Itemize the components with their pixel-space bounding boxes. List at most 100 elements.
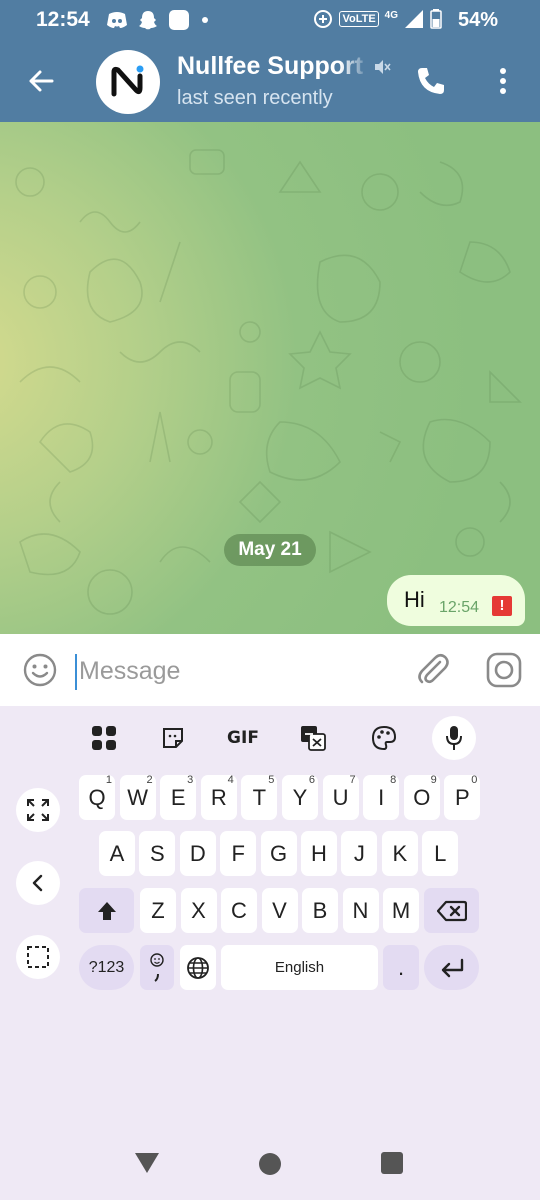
key-d[interactable]: D — [179, 831, 216, 876]
translate-glyph-icon — [301, 726, 326, 751]
send-failed-icon[interactable]: ! — [492, 596, 512, 616]
symbols-key[interactable]: ?123 — [79, 945, 134, 990]
nullfee-logo-icon — [111, 65, 144, 97]
network-type: 4G — [384, 9, 398, 21]
language-key[interactable] — [180, 945, 216, 990]
composer-bar — [0, 634, 540, 706]
volte-badge: VoLTE — [339, 11, 379, 27]
chevron-left-icon — [32, 874, 43, 892]
key-w[interactable]: W2 — [119, 774, 156, 820]
key-h[interactable]: H — [301, 831, 337, 876]
keyboard-left-button[interactable] — [16, 861, 60, 905]
signal-icon — [405, 10, 423, 28]
title-fade — [340, 50, 370, 84]
key-label: I — [378, 785, 385, 810]
emoji-icon[interactable] — [22, 652, 58, 688]
key-label: T — [252, 785, 267, 810]
shift-arrow-icon — [97, 902, 116, 920]
status-bar: 12:54 VoLTE 4G 54% — [0, 0, 540, 40]
key-g[interactable]: G — [260, 831, 297, 876]
key-n[interactable]: N — [342, 888, 379, 933]
key-x[interactable]: X — [180, 888, 217, 933]
key-label: U — [332, 785, 349, 810]
key-label: R — [210, 785, 227, 810]
battery-percent: 54% — [457, 9, 498, 31]
key-label: Q — [88, 785, 106, 810]
key-q[interactable]: Q1 — [79, 774, 115, 820]
back-arrow-icon[interactable] — [22, 62, 60, 100]
data-saver-icon — [314, 10, 333, 28]
key-v[interactable]: V — [261, 888, 298, 933]
key-hint: 9 — [430, 774, 437, 786]
chat-title[interactable]: Nullfee Support — [177, 52, 367, 81]
key-f[interactable]: F — [220, 831, 257, 876]
key-c[interactable]: C — [221, 888, 257, 933]
key-hint: 3 — [187, 774, 194, 786]
muted-icon — [375, 60, 391, 74]
key-m[interactable]: M — [383, 888, 419, 933]
key-hint: 8 — [390, 774, 397, 786]
key-hint: 4 — [227, 774, 234, 786]
enter-arrow-icon — [441, 958, 463, 978]
key-a[interactable]: A — [99, 831, 135, 876]
key-t[interactable]: T5 — [241, 774, 278, 820]
theme-palette-icon[interactable] — [364, 718, 404, 758]
translate-icon[interactable] — [293, 718, 333, 758]
key-label: P — [455, 785, 470, 810]
nav-home-icon[interactable] — [259, 1153, 281, 1175]
message-time: 12:54 — [439, 599, 480, 616]
dashed-square-icon — [27, 946, 49, 968]
key-label: O — [413, 785, 431, 810]
resize-keyboard-button[interactable] — [16, 788, 60, 832]
key-l[interactable]: L — [422, 831, 459, 876]
backspace-icon — [436, 900, 467, 922]
outgoing-message[interactable]: Hi 12:54 ! — [387, 575, 525, 626]
snapchat-icon — [139, 11, 157, 30]
keyboard: GIF Q1W2E3R4T5Y6U7I8O9P0 ASDFGHJKL ZXCVB… — [0, 706, 540, 1200]
key-u[interactable]: U7 — [322, 774, 359, 820]
key-e[interactable]: E3 — [160, 774, 197, 820]
enter-key[interactable] — [424, 945, 479, 990]
key-label: E — [170, 785, 186, 810]
phone-icon[interactable] — [414, 64, 448, 98]
app-icon — [169, 10, 189, 30]
key-hint: 0 — [471, 774, 478, 786]
key-o[interactable]: O9 — [403, 774, 440, 820]
gif-button[interactable]: GIF — [223, 718, 263, 758]
message-input[interactable] — [79, 652, 379, 690]
chat-header: Nullfee Support last seen recently — [0, 40, 540, 122]
key-z[interactable]: Z — [140, 888, 176, 933]
avatar[interactable] — [96, 50, 160, 114]
chat-area[interactable]: May 21 Hi 12:54 ! — [0, 122, 540, 634]
battery-icon — [430, 9, 442, 29]
key-hint: 6 — [308, 774, 315, 786]
more-vertical-icon[interactable] — [492, 62, 514, 100]
key-hint: 2 — [146, 774, 153, 786]
camera-icon[interactable] — [486, 652, 522, 688]
key-b[interactable]: B — [302, 888, 338, 933]
key-s[interactable]: S — [139, 831, 176, 876]
emoji-key[interactable] — [140, 945, 174, 990]
space-key[interactable]: English — [221, 945, 378, 990]
key-j[interactable]: J — [341, 831, 378, 876]
key-hint: 5 — [268, 774, 275, 786]
backspace-key[interactable] — [424, 888, 479, 933]
period-key[interactable]: . — [383, 945, 419, 990]
floating-keyboard-button[interactable] — [16, 935, 60, 979]
key-y[interactable]: Y6 — [282, 774, 318, 820]
paperclip-icon[interactable] — [414, 650, 452, 688]
sticker-icon[interactable] — [153, 718, 193, 758]
key-i[interactable]: I8 — [363, 774, 400, 820]
apps-grid-icon[interactable] — [84, 718, 124, 758]
key-p[interactable]: P0 — [444, 774, 481, 820]
voice-input-button[interactable] — [432, 716, 476, 760]
dot-icon — [202, 17, 208, 23]
key-hint: 1 — [105, 774, 112, 786]
key-r[interactable]: R4 — [200, 774, 237, 820]
system-icons: VoLTE 4G — [313, 9, 442, 29]
nav-back-icon[interactable] — [134, 1152, 160, 1174]
key-k[interactable]: K — [381, 831, 418, 876]
nav-recents-icon[interactable] — [381, 1152, 403, 1174]
shift-key[interactable] — [79, 888, 134, 933]
grid-glyph-icon — [92, 726, 116, 750]
